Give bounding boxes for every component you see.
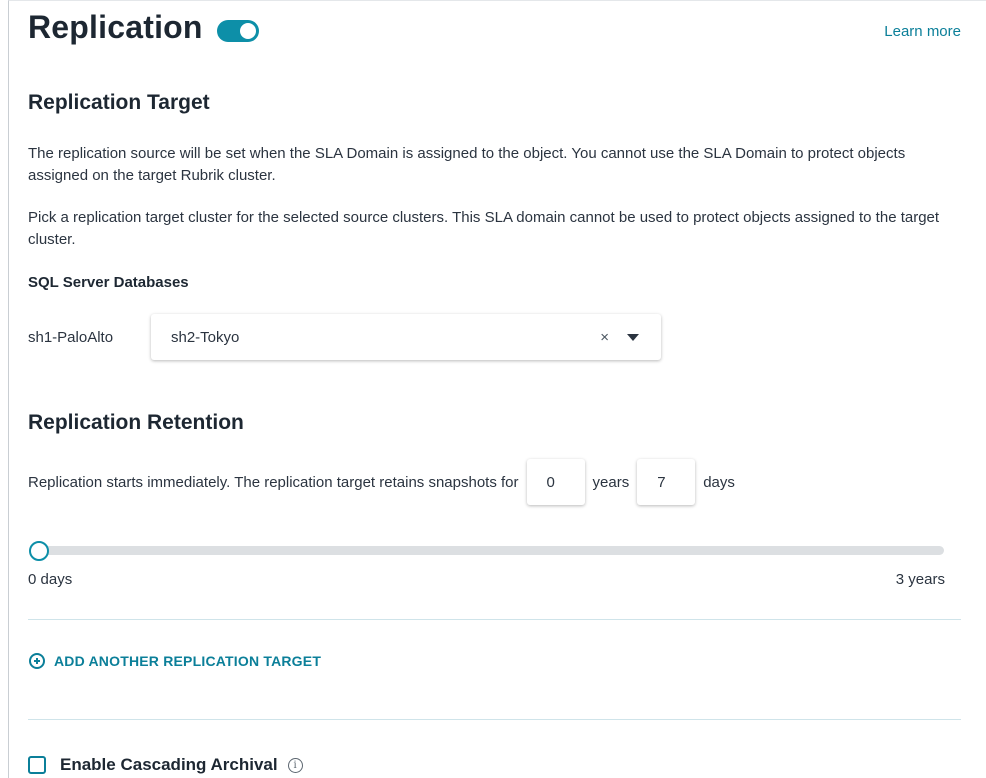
learn-more-link[interactable]: Learn more — [884, 23, 961, 40]
toggle-knob — [239, 22, 256, 39]
cascading-archival-row: Enable Cascading Archival i — [28, 755, 303, 775]
replication-toggle[interactable] — [216, 19, 259, 42]
retention-slider-track[interactable] — [37, 546, 944, 555]
days-input[interactable]: 7 — [637, 459, 696, 505]
slider-max-label: 3 years — [895, 571, 945, 588]
retention-row: Replication starts immediately. The repl… — [28, 459, 735, 505]
info-icon[interactable]: i — [287, 757, 303, 773]
clear-icon[interactable]: × — [600, 329, 609, 346]
page-title: Replication — [28, 9, 203, 45]
target-description: The replication source will be set when … — [28, 145, 906, 184]
years-label: years — [592, 473, 630, 491]
sql-server-databases-label: SQL Server Databases — [28, 274, 189, 291]
source-cluster-label: sh1-PaloAlto — [28, 329, 114, 346]
slider-min-label: 0 days — [28, 571, 73, 588]
caret-down-icon[interactable] — [627, 333, 639, 341]
replication-target-heading: Replication Target — [28, 91, 210, 114]
add-replication-target-button[interactable]: ADD ANOTHER REPLICATION TARGET — [29, 653, 321, 669]
cascading-archival-checkbox[interactable] — [28, 756, 46, 774]
retention-text: Replication starts immediately. The repl… — [28, 473, 519, 491]
target-instructions: Pick a replication target cluster for th… — [28, 209, 940, 248]
section-divider — [28, 619, 961, 620]
add-replication-target-label: ADD ANOTHER REPLICATION TARGET — [54, 653, 322, 669]
replication-header: Replication — [28, 9, 259, 46]
replication-retention-heading: Replication Retention — [28, 411, 244, 434]
days-label: days — [703, 473, 735, 491]
section-divider — [28, 719, 961, 720]
replication-panel: Replication Learn more Replication Targe… — [8, 0, 986, 778]
cascading-archival-label: Enable Cascading Archival — [60, 755, 278, 774]
target-cluster-select[interactable]: sh2-Tokyo × — [151, 314, 661, 360]
add-circle-icon — [29, 653, 45, 669]
retention-slider-thumb[interactable] — [29, 541, 49, 561]
selected-target-value: sh2-Tokyo — [171, 328, 240, 346]
years-input[interactable]: 0 — [526, 459, 585, 505]
